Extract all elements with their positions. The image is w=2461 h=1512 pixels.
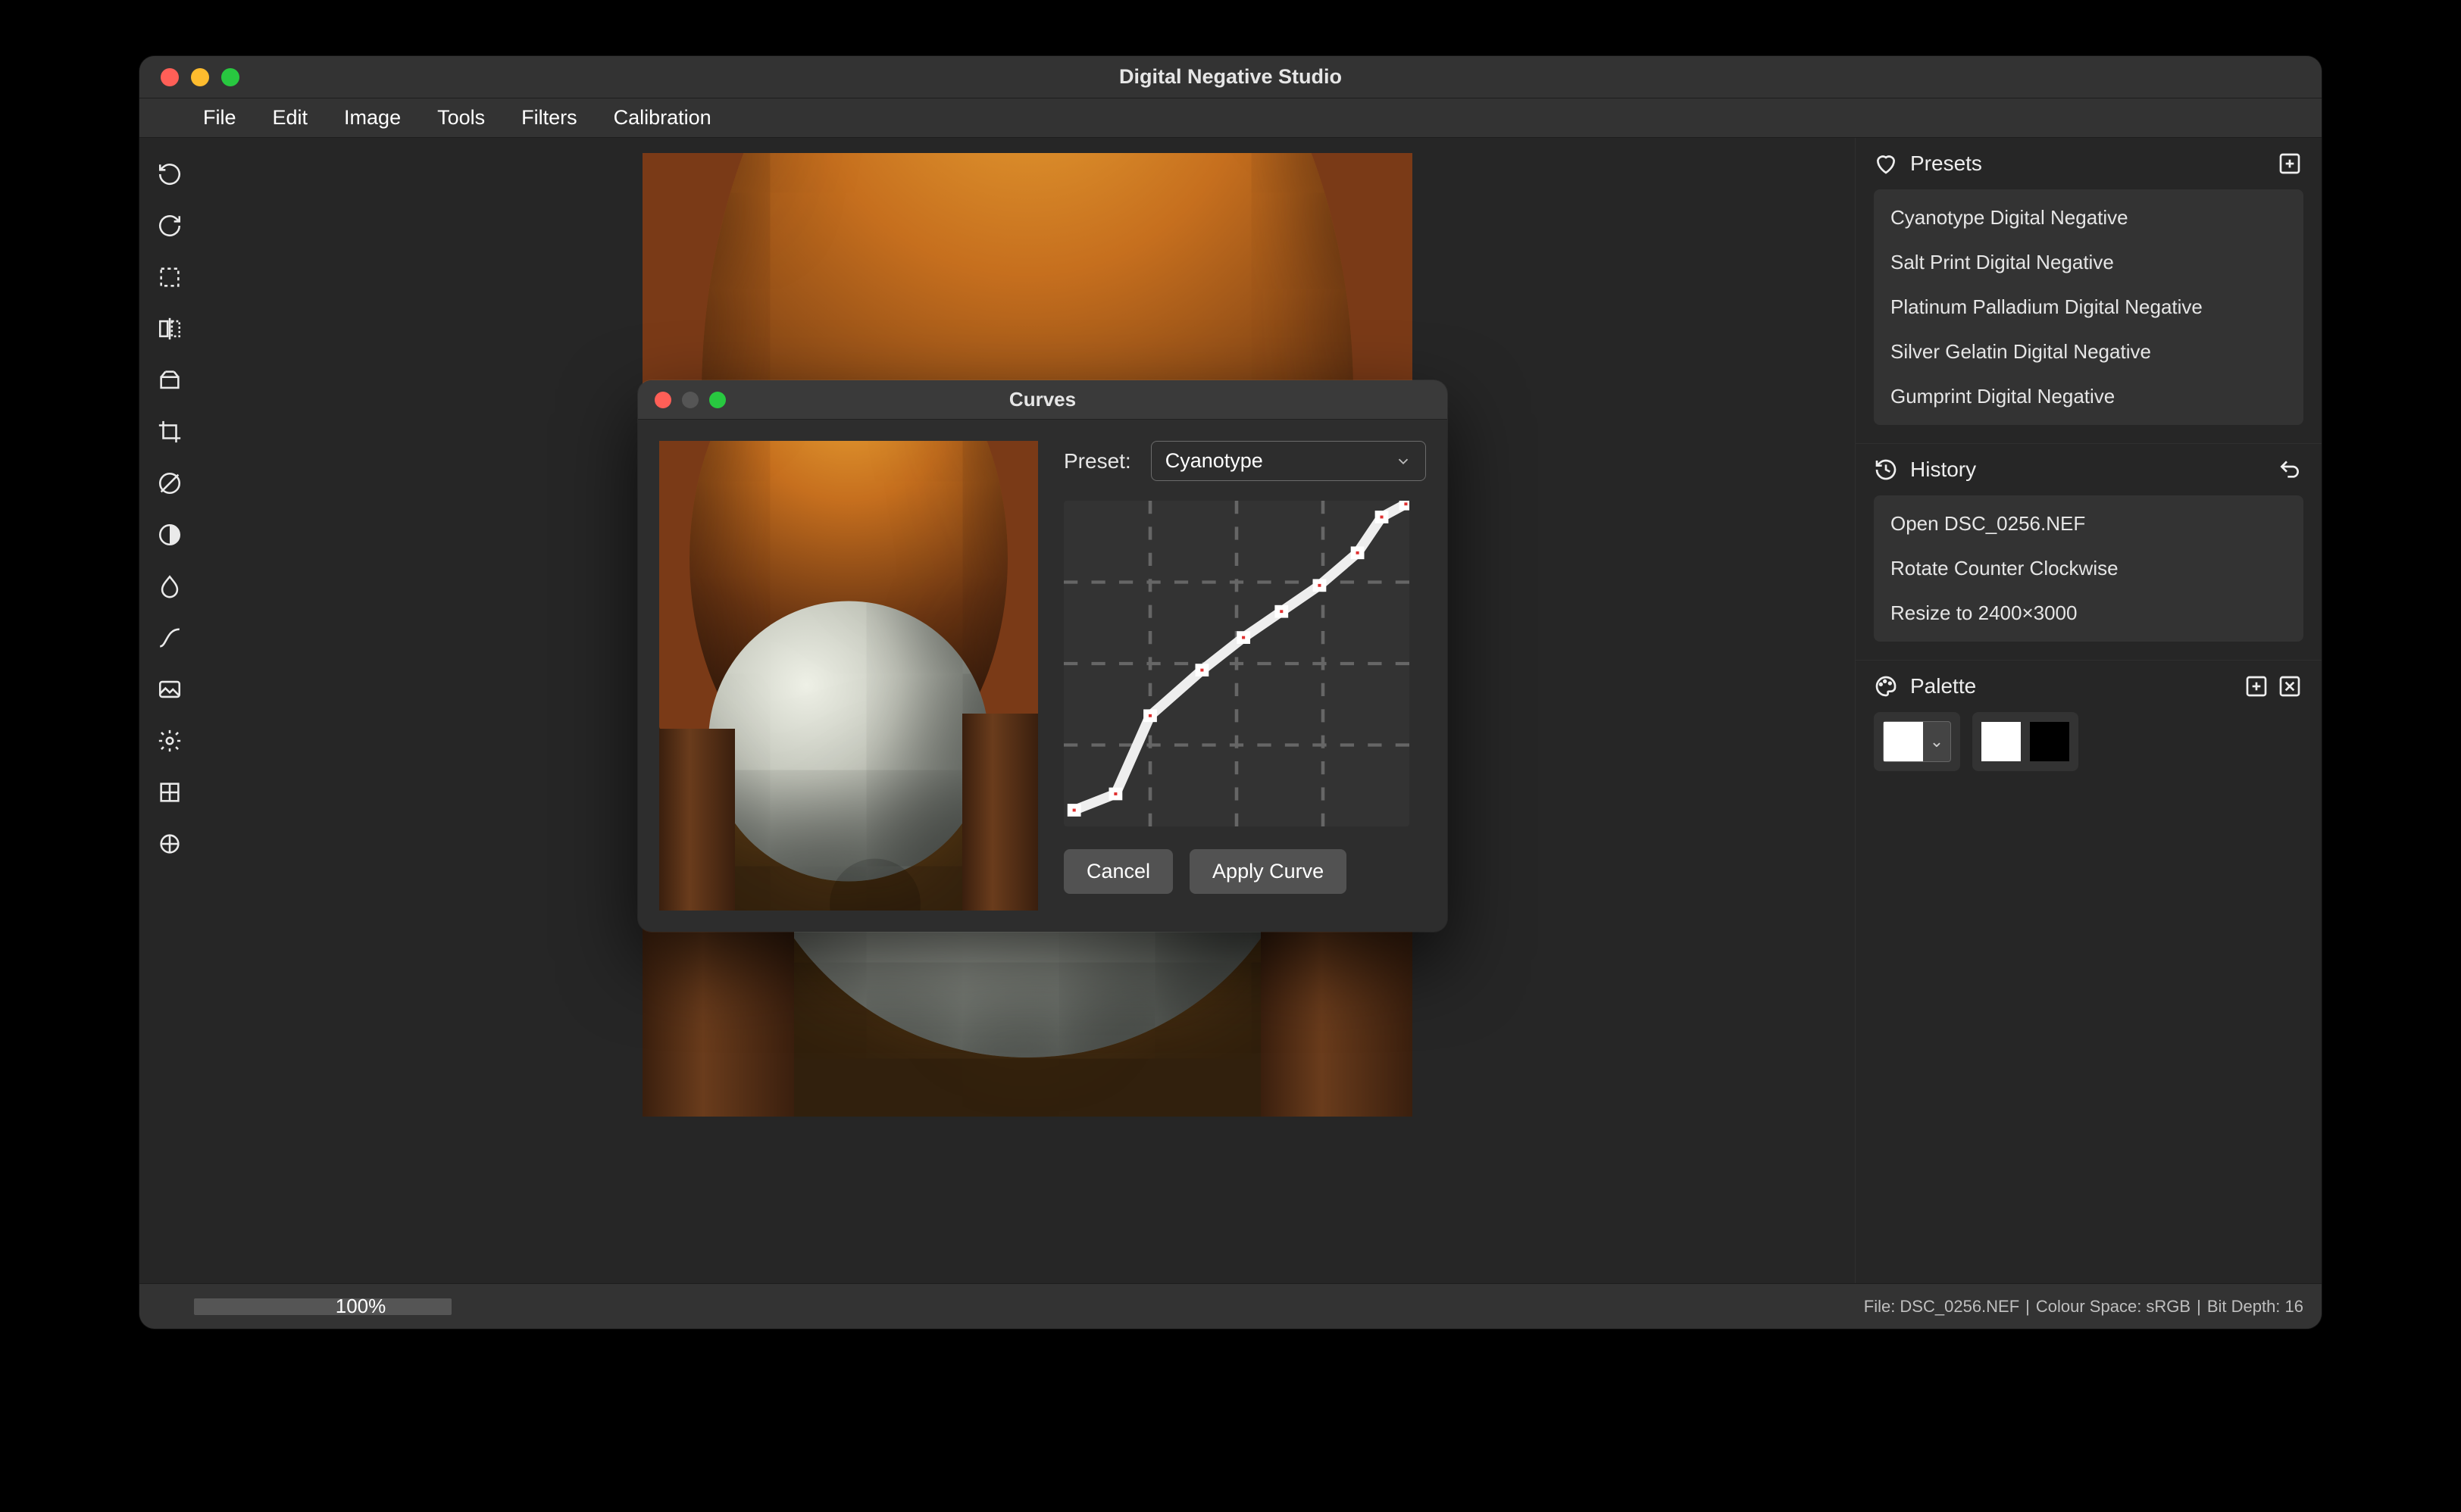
progress-bar: 100% bbox=[194, 1298, 527, 1315]
curves-preview bbox=[659, 441, 1038, 911]
flip-icon[interactable] bbox=[145, 305, 194, 353]
preset-item[interactable]: Silver Gelatin Digital Negative bbox=[1874, 330, 2303, 374]
palette-title: Palette bbox=[1910, 674, 1976, 698]
presets-header: Presets bbox=[1856, 138, 2322, 189]
active-swatch[interactable]: ⌄ bbox=[1874, 712, 1960, 771]
preset-item[interactable]: Salt Print Digital Negative bbox=[1874, 240, 2303, 285]
status-file: File: DSC_0256.NEF bbox=[1864, 1297, 2019, 1317]
add-swatch-button[interactable] bbox=[2243, 673, 2270, 700]
palette-row: ⌄ bbox=[1874, 712, 2303, 771]
swatch-white bbox=[1884, 722, 1923, 761]
menu-filters[interactable]: Filters bbox=[521, 106, 577, 130]
dialog-titlebar: Curves bbox=[638, 380, 1447, 420]
history-title: History bbox=[1910, 458, 1976, 482]
status-info: File: DSC_0256.NEF | Colour Space: sRGB … bbox=[1864, 1297, 2303, 1317]
right-panel: Presets Cyanotype Digital Negative Salt … bbox=[1855, 138, 2322, 1283]
swatch-black[interactable] bbox=[2030, 722, 2069, 761]
swatch-white[interactable] bbox=[1981, 722, 2021, 761]
target-icon[interactable] bbox=[145, 820, 194, 868]
dialog-minimize-button[interactable] bbox=[682, 392, 699, 408]
dialog-maximize-button[interactable] bbox=[709, 392, 726, 408]
contrast-icon[interactable] bbox=[145, 511, 194, 559]
rotate-ccw-icon[interactable] bbox=[145, 201, 194, 250]
menu-image[interactable]: Image bbox=[344, 106, 401, 130]
presets-section: Presets Cyanotype Digital Negative Salt … bbox=[1856, 138, 2322, 444]
history-section: History Open DSC_0256.NEF Rotate Counter… bbox=[1856, 444, 2322, 661]
preset-label: Preset: bbox=[1064, 449, 1131, 473]
preset-select[interactable]: Cyanotype bbox=[1151, 441, 1426, 481]
history-icon bbox=[1874, 458, 1898, 482]
close-window-button[interactable] bbox=[161, 68, 179, 86]
swatch-pair bbox=[1972, 712, 2078, 771]
presets-title: Presets bbox=[1910, 152, 1982, 176]
curve-icon[interactable] bbox=[145, 614, 194, 662]
crop-icon[interactable] bbox=[145, 408, 194, 456]
history-item[interactable]: Open DSC_0256.NEF bbox=[1874, 501, 2303, 546]
window-title: Digital Negative Studio bbox=[139, 65, 2322, 89]
delete-swatch-button[interactable] bbox=[2276, 673, 2303, 700]
status-bitdepth: Bit Depth: 16 bbox=[2207, 1297, 2303, 1317]
preset-item[interactable]: Gumprint Digital Negative bbox=[1874, 374, 2303, 419]
palette-header: Palette bbox=[1856, 661, 2322, 712]
apply-curve-button[interactable]: Apply Curve bbox=[1190, 849, 1346, 894]
dialog-title: Curves bbox=[638, 388, 1447, 411]
menu-calibration[interactable]: Calibration bbox=[614, 106, 711, 130]
perspective-icon[interactable] bbox=[145, 356, 194, 405]
preset-row: Preset: Cyanotype bbox=[1064, 441, 1426, 481]
maximize-window-button[interactable] bbox=[221, 68, 239, 86]
chevron-down-icon: ⌄ bbox=[1923, 732, 1950, 751]
heart-icon bbox=[1874, 152, 1898, 176]
progress-label: 100% bbox=[194, 1295, 527, 1318]
main-window: Digital Negative Studio File Edit Image … bbox=[139, 56, 2322, 1329]
titlebar: Digital Negative Studio bbox=[139, 56, 2322, 98]
toolstrip bbox=[139, 138, 200, 1283]
image-icon[interactable] bbox=[145, 665, 194, 714]
preset-value: Cyanotype bbox=[1165, 449, 1263, 473]
menu-edit[interactable]: Edit bbox=[273, 106, 308, 130]
menu-file[interactable]: File bbox=[203, 106, 236, 130]
preset-item[interactable]: Cyanotype Digital Negative bbox=[1874, 195, 2303, 240]
minimize-window-button[interactable] bbox=[191, 68, 209, 86]
menu-tools[interactable]: Tools bbox=[437, 106, 485, 130]
dialog-close-button[interactable] bbox=[655, 392, 671, 408]
status-colourspace: Colour Space: sRGB bbox=[2036, 1297, 2191, 1317]
undo-button[interactable] bbox=[2276, 456, 2303, 483]
rotate-cw-icon[interactable] bbox=[145, 150, 194, 198]
presets-list: Cyanotype Digital Negative Salt Print Di… bbox=[1874, 189, 2303, 425]
gear-icon[interactable] bbox=[145, 717, 194, 765]
palette-icon bbox=[1874, 674, 1898, 698]
curves-dialog: Curves Preset: Cyanotype bbox=[638, 380, 1447, 932]
preset-item[interactable]: Platinum Palladium Digital Negative bbox=[1874, 285, 2303, 330]
droplet-icon[interactable] bbox=[145, 562, 194, 611]
history-header: History bbox=[1856, 444, 2322, 495]
curve-editor[interactable] bbox=[1064, 501, 1409, 826]
menubar: File Edit Image Tools Filters Calibratio… bbox=[139, 98, 2322, 138]
chevron-down-icon bbox=[1395, 453, 1412, 470]
palette-section: Palette ⌄ bbox=[1856, 661, 2322, 789]
desaturate-icon[interactable] bbox=[145, 459, 194, 508]
history-list: Open DSC_0256.NEF Rotate Counter Clockwi… bbox=[1874, 495, 2303, 642]
history-item[interactable]: Resize to 2400×3000 bbox=[1874, 591, 2303, 636]
history-item[interactable]: Rotate Counter Clockwise bbox=[1874, 546, 2303, 591]
add-preset-button[interactable] bbox=[2276, 150, 2303, 177]
marquee-icon[interactable] bbox=[145, 253, 194, 301]
traffic-lights bbox=[139, 68, 239, 86]
cancel-button[interactable]: Cancel bbox=[1064, 849, 1173, 894]
grid-icon[interactable] bbox=[145, 768, 194, 817]
statusbar: 100% File: DSC_0256.NEF | Colour Space: … bbox=[139, 1283, 2322, 1329]
